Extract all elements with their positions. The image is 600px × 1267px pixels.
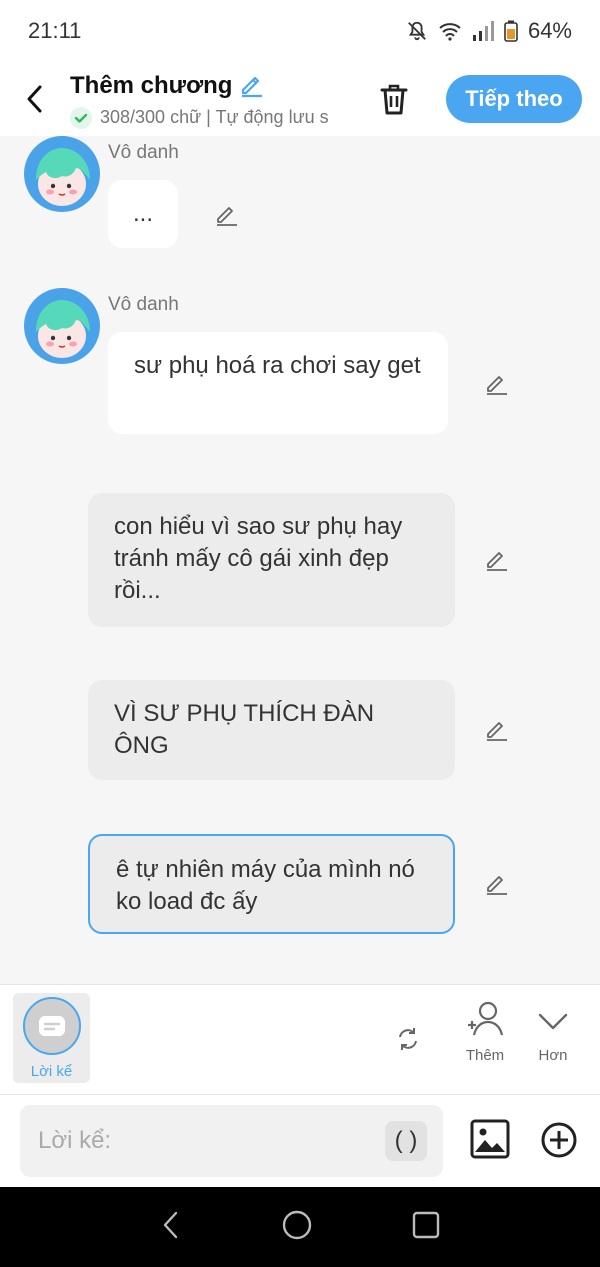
edit-message-icon[interactable]: [482, 868, 512, 898]
page-title: Thêm chương: [70, 72, 233, 99]
add-character-button[interactable]: Thêm: [464, 999, 506, 1064]
nav-back-icon: [163, 1211, 177, 1238]
edit-message-icon[interactable]: [482, 368, 512, 398]
swap-icon: [399, 1028, 417, 1050]
add-more-button[interactable]: [540, 1121, 578, 1164]
signal-icon: [472, 20, 494, 42]
narration-label: Lời kể: [30, 1063, 73, 1080]
edit-message-icon[interactable]: [212, 199, 242, 229]
speaker-name: Vô danh: [108, 294, 179, 315]
edit-message-icon[interactable]: [482, 544, 512, 574]
edit-message-icon[interactable]: [482, 714, 512, 744]
status-icons: 64%: [406, 18, 572, 44]
saved-check-icon: [70, 106, 92, 129]
chat-area[interactable]: Vô danh ... Vô danh sư phụ hoá ra chơi s…: [0, 136, 600, 984]
system-nav-bar: [0, 1187, 600, 1267]
nav-home-button[interactable]: [280, 1208, 314, 1247]
avatar[interactable]: [24, 136, 100, 212]
next-button[interactable]: Tiếp theo: [446, 75, 582, 123]
narration-input[interactable]: [38, 1123, 368, 1159]
nav-recents-button[interactable]: [411, 1210, 441, 1245]
back-button[interactable]: [0, 62, 70, 136]
wifi-icon: [438, 20, 462, 42]
delete-button[interactable]: [364, 62, 424, 136]
word-count-autosave: 308/300 chữ | Tự động lưu s: [100, 107, 329, 127]
add-person-icon: [468, 1001, 504, 1036]
role-toolbar: Lời kể Thêm Hơn: [0, 984, 600, 1094]
edit-title-icon[interactable]: [238, 70, 266, 103]
more-label: Hơn: [538, 1047, 568, 1064]
chevron-down-icon: [538, 1013, 568, 1030]
image-icon: [470, 1119, 510, 1159]
message-bubble[interactable]: sư phụ hoá ra chơi say get: [108, 332, 448, 434]
trash-icon: [380, 84, 408, 115]
status-bar: 21:11 64%: [0, 0, 600, 62]
nav-recents-icon: [413, 1211, 440, 1238]
swap-button[interactable]: [394, 1025, 422, 1053]
plus-circle-icon: [541, 1122, 577, 1158]
character-face-icon: [36, 300, 90, 358]
battery-percent: 64%: [527, 18, 572, 43]
header: Thêm chương 308/300 chữ | Tự động lưu s …: [0, 62, 600, 136]
narration-bubble-selected[interactable]: ê tự nhiên máy của mình nó ko load đc ấy: [88, 834, 455, 934]
more-button[interactable]: Hơn: [536, 1005, 570, 1064]
message-bubble[interactable]: ...: [108, 180, 178, 248]
nav-home-icon: [282, 1210, 312, 1239]
narration-role-button[interactable]: Lời kể: [13, 993, 90, 1083]
back-arrow-icon: [27, 85, 42, 113]
title-block: Thêm chương 308/300 chữ | Tự động lưu s: [70, 70, 364, 129]
battery-icon: [504, 20, 518, 42]
avatar[interactable]: [24, 288, 100, 364]
nav-back-button[interactable]: [159, 1209, 183, 1246]
input-bar: ( ): [0, 1094, 600, 1187]
speaker-name: Vô danh: [108, 142, 179, 163]
character-face-icon: [36, 148, 90, 206]
add-label: Thêm: [465, 1047, 505, 1064]
status-time: 21:11: [28, 18, 82, 43]
narration-icon: [23, 997, 81, 1055]
narration-bubble[interactable]: VÌ SƯ PHỤ THÍCH ĐÀN ÔNG: [88, 680, 455, 780]
image-button[interactable]: [470, 1119, 510, 1164]
input-box: ( ): [20, 1105, 443, 1177]
parentheses-button[interactable]: ( ): [385, 1121, 427, 1161]
narration-bubble[interactable]: con hiểu vì sao sư phụ hay tránh mấy cô …: [88, 493, 455, 627]
mute-bell-icon: [406, 20, 428, 42]
